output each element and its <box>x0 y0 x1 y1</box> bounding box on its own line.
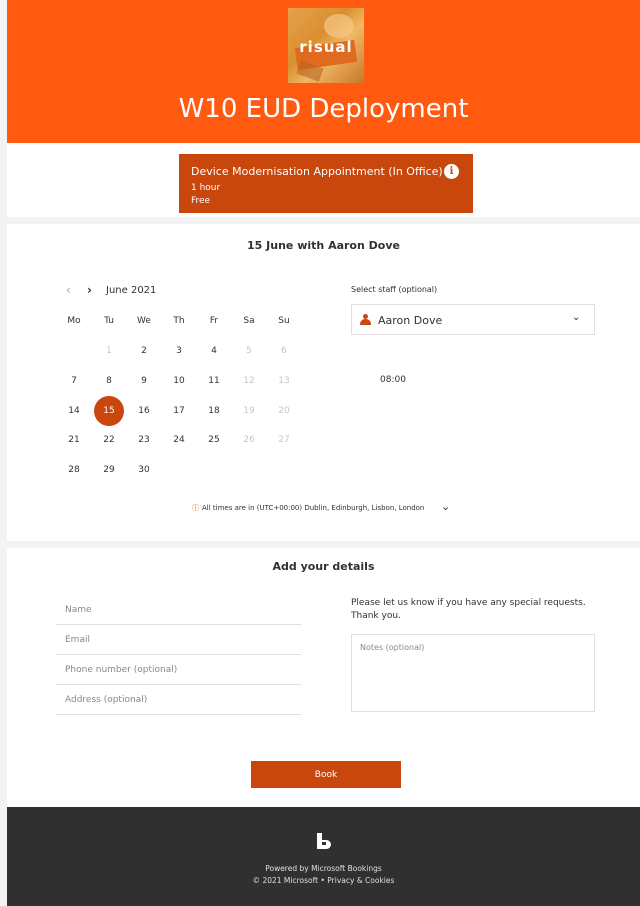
header: risual W10 EUD Deployment <box>7 0 640 143</box>
calendar-day: 20 <box>278 406 290 416</box>
page-title: W10 EUD Deployment <box>178 94 469 124</box>
chevron-down-icon[interactable]: ⌄ <box>441 500 450 513</box>
special-requests-text: Please let us know if you have any speci… <box>351 598 586 621</box>
calendar-day[interactable]: 25 <box>199 425 229 455</box>
time-slot[interactable]: 08:00 <box>380 375 406 385</box>
calendar-day[interactable]: 17 <box>164 396 194 426</box>
weekday-label: Th <box>173 316 185 326</box>
calendar-day[interactable]: 29 <box>94 455 124 485</box>
separator-dot: • <box>320 876 325 885</box>
calendar-day[interactable]: 23 <box>129 425 159 455</box>
calendar-day[interactable]: 9 <box>129 366 159 396</box>
powered-by-text: Powered by Microsoft Bookings <box>265 864 382 873</box>
calendar-day-selected[interactable]: 15 <box>94 396 124 426</box>
service-duration: 1 hour <box>191 183 221 193</box>
privacy-link[interactable]: Privacy & Cookies <box>327 876 394 885</box>
person-icon <box>360 314 371 326</box>
timezone-text: All times are in (UTC+00:00) Dublin, Edi… <box>202 504 425 512</box>
chevron-down-icon: ⌄ <box>572 312 581 323</box>
service-section: Device Modernisation Appointment (In Off… <box>7 143 640 217</box>
calendar-day: 19 <box>243 406 255 416</box>
calendar-day[interactable]: 18 <box>199 396 229 426</box>
book-button[interactable]: Book <box>251 761 401 788</box>
left-rail <box>0 0 7 906</box>
timezone-note: ⓘ All times are in (UTC+00:00) Dublin, Ed… <box>192 503 462 513</box>
copyright-text: © 2021 Microsoft <box>252 876 319 885</box>
info-icon[interactable]: i <box>444 164 459 179</box>
phone-field[interactable] <box>56 655 301 685</box>
details-section: Add your details Please let us know if y… <box>7 548 640 807</box>
calendar-day[interactable]: 3 <box>164 336 194 366</box>
calendar-day: 12 <box>243 376 255 386</box>
calendar-section: 15 June with Aaron Dove ‹ › June 2021 Mo… <box>7 224 640 541</box>
weekday-label: Sa <box>243 316 255 326</box>
notes-field[interactable] <box>351 634 595 712</box>
calendar-day[interactable]: 14 <box>59 396 89 426</box>
staff-label: Select staff (optional) <box>351 285 438 294</box>
details-heading: Add your details <box>272 560 375 573</box>
footer: Powered by Microsoft Bookings © 2021 Mic… <box>7 807 640 906</box>
calendar-day: 5 <box>246 346 252 356</box>
selected-date-heading: 15 June with Aaron Dove <box>247 239 400 252</box>
weekday-label: Su <box>278 316 290 326</box>
calendar-day[interactable]: 22 <box>94 425 124 455</box>
weekday-label: Fr <box>209 316 219 326</box>
calendar-day[interactable]: 7 <box>59 366 89 396</box>
calendar-day[interactable]: 2 <box>129 336 159 366</box>
copyright-line: © 2021 Microsoft • Privacy & Cookies <box>7 876 640 885</box>
info-circle-icon: ⓘ <box>192 504 199 512</box>
company-logo: risual <box>288 8 364 83</box>
logo-text: risual <box>299 38 353 56</box>
calendar-day[interactable]: 4 <box>199 336 229 366</box>
calendar-day[interactable]: 21 <box>59 425 89 455</box>
calendar-day: 26 <box>243 435 255 445</box>
calendar-day[interactable]: 16 <box>129 396 159 426</box>
email-field[interactable] <box>56 625 301 655</box>
calendar-day: 6 <box>281 346 287 356</box>
calendar-day[interactable]: 28 <box>59 455 89 485</box>
name-field[interactable] <box>56 595 301 625</box>
bookings-logo-icon <box>317 833 331 849</box>
weekday-label: Tu <box>104 316 114 326</box>
service-price: Free <box>191 196 211 206</box>
calendar-day[interactable]: 24 <box>164 425 194 455</box>
calendar-day: 13 <box>278 376 290 386</box>
calendar-day[interactable]: 11 <box>199 366 229 396</box>
month-label: June 2021 <box>106 285 157 296</box>
weekday-label: Mo <box>67 316 81 326</box>
logo-shape <box>324 14 354 38</box>
chevron-right-icon[interactable]: › <box>87 283 92 297</box>
service-card[interactable]: Device Modernisation Appointment (In Off… <box>179 154 473 213</box>
staff-name: Aaron Dove <box>378 314 443 327</box>
chevron-left-icon[interactable]: ‹ <box>66 283 71 297</box>
service-name: Device Modernisation Appointment (In Off… <box>191 165 443 178</box>
calendar-day[interactable]: 30 <box>129 455 159 485</box>
weekday-label: We <box>137 316 151 326</box>
address-field[interactable] <box>56 685 301 715</box>
calendar-day[interactable]: 8 <box>94 366 124 396</box>
calendar-day: 27 <box>278 435 290 445</box>
calendar-day[interactable]: 10 <box>164 366 194 396</box>
staff-dropdown[interactable]: Aaron Dove ⌄ <box>351 304 595 335</box>
calendar-day: 1 <box>106 346 112 356</box>
